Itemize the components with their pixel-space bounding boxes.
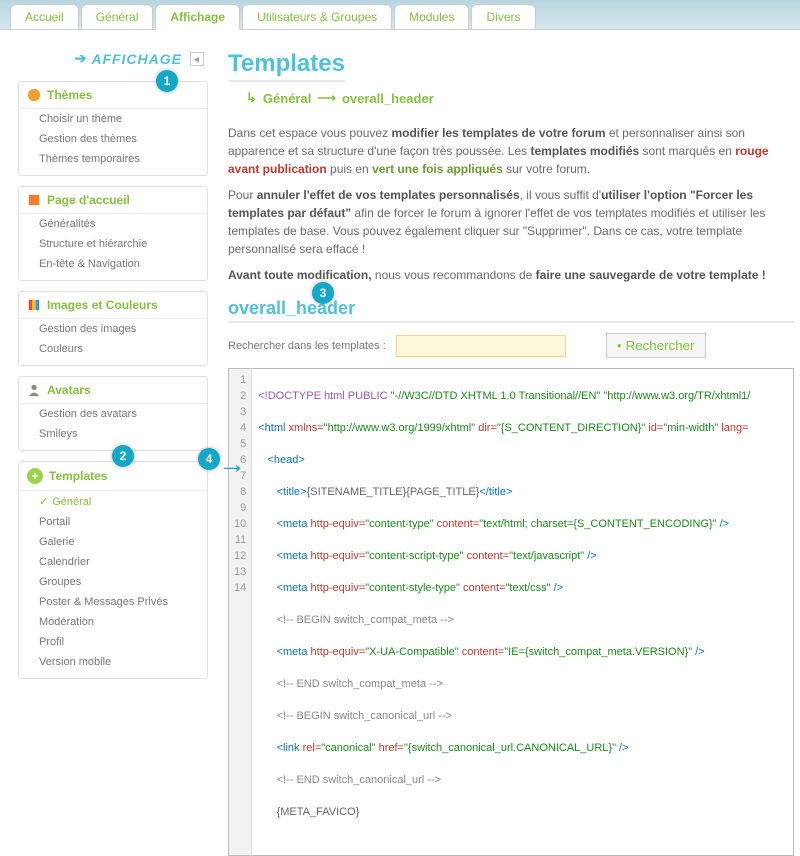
top-tabs: Accueil Général Affichage Utilisateurs &… (0, 0, 800, 30)
sidebar-item[interactable]: Profil (19, 632, 207, 652)
sidebar-item[interactable]: Couleurs (19, 339, 207, 359)
tab-affichage[interactable]: Affichage (155, 4, 240, 30)
back-arrow-icon: ➔ (75, 50, 88, 67)
group-header[interactable]: Images et Couleurs (19, 292, 207, 319)
sidebar-item[interactable]: Structure et hiérarchie (19, 234, 207, 254)
template-path: ↳ Général ⟶ overall_header (246, 90, 794, 106)
code-content[interactable]: <!DOCTYPE html PUBLIC "-//W3C//DTD XHTML… (252, 369, 793, 855)
palette-icon (27, 88, 41, 102)
group-templates: + Templates Général Portail Galerie Cale… (18, 461, 208, 679)
group-themes: Thèmes Choisir un thème Gestion des thèm… (18, 81, 208, 176)
sidebar-item[interactable]: Gestion des images (19, 319, 207, 339)
main-content: Templates ↳ Général ⟶ overall_header Dan… (228, 42, 800, 856)
callout-3: 3 (312, 282, 334, 304)
tab-general[interactable]: Général (81, 4, 154, 29)
group-header[interactable]: Avatars (19, 377, 207, 404)
sidebar-item[interactable]: Poster & Messages Privés (19, 592, 207, 612)
search-button[interactable]: Rechercher (606, 333, 706, 358)
search-row: Rechercher dans les templates : Recherch… (228, 333, 794, 358)
sidebar-item[interactable]: Groupes (19, 572, 207, 592)
search-input[interactable] (396, 335, 566, 357)
group-header[interactable]: Page d'accueil (19, 187, 207, 214)
sidebar-item[interactable]: Galerie (19, 532, 207, 552)
group-avatars: Avatars Gestion des avatars Smileys (18, 376, 208, 451)
sidebar-item[interactable]: Gestion des avatars (19, 404, 207, 424)
tab-accueil[interactable]: Accueil (10, 4, 79, 29)
search-label: Rechercher dans les templates : (228, 340, 386, 352)
sidebar-item[interactable]: Smileys (19, 424, 207, 444)
breadcrumb-label: AFFICHAGE (91, 51, 182, 67)
sidebar-item[interactable]: En-tête & Navigation (19, 254, 207, 274)
intro-paragraph-1: Dans cet espace vous pouvez modifier les… (228, 124, 794, 178)
sidebar-item[interactable]: Modération (19, 612, 207, 632)
callout-1: 1 (156, 70, 178, 92)
path-general[interactable]: Général (263, 91, 311, 106)
sidebar-item[interactable]: Gestion des thèmes (19, 129, 207, 149)
mini-back-icon[interactable]: ◂ (190, 52, 204, 66)
sidebar-item[interactable]: Généralités (19, 214, 207, 234)
tab-users[interactable]: Utilisateurs & Groupes (242, 4, 392, 29)
line-numbers: 1234567891011121314 (229, 369, 252, 855)
tab-divers[interactable]: Divers (471, 4, 535, 29)
page-icon (27, 193, 41, 207)
group-page: Page d'accueil Généralités Structure et … (18, 186, 208, 281)
sidebar-item[interactable]: Thèmes temporaires (19, 149, 207, 169)
tab-modules[interactable]: Modules (394, 4, 469, 29)
group-header[interactable]: + Templates (19, 462, 207, 491)
sidebar-item[interactable]: Calendrier (19, 552, 207, 572)
callout-2: 2 (112, 445, 134, 467)
arrow-icon: ⟶ (317, 90, 336, 106)
sidebar-item[interactable]: Portail (19, 512, 207, 532)
callout-4-arrow: → (218, 448, 246, 480)
group-header[interactable]: Thèmes (19, 82, 207, 109)
plus-icon: + (27, 468, 43, 484)
code-editor[interactable]: 1234567891011121314 <!DOCTYPE html PUBLI… (228, 368, 794, 856)
section-title: overall_header (228, 298, 794, 323)
page-title: Templates (228, 50, 345, 82)
intro-paragraph-3: Avant toute modification, nous vous reco… (228, 266, 794, 284)
breadcrumb: ➔ AFFICHAGE ◂ (18, 50, 204, 67)
intro-paragraph-2: Pour annuler l'effet de vos templates pe… (228, 186, 794, 258)
sidebar-item-general[interactable]: Général (19, 491, 207, 512)
arrow-icon: ↳ (246, 90, 257, 106)
avatar-icon (27, 383, 41, 397)
sidebar-item[interactable]: Version mobile (19, 652, 207, 672)
callout-4: 4 (198, 448, 220, 470)
colors-icon (27, 298, 41, 312)
group-images: Images et Couleurs Gestion des images Co… (18, 291, 208, 366)
sidebar-item[interactable]: Choisir un thème (19, 109, 207, 129)
path-overall-header[interactable]: overall_header (342, 91, 434, 106)
